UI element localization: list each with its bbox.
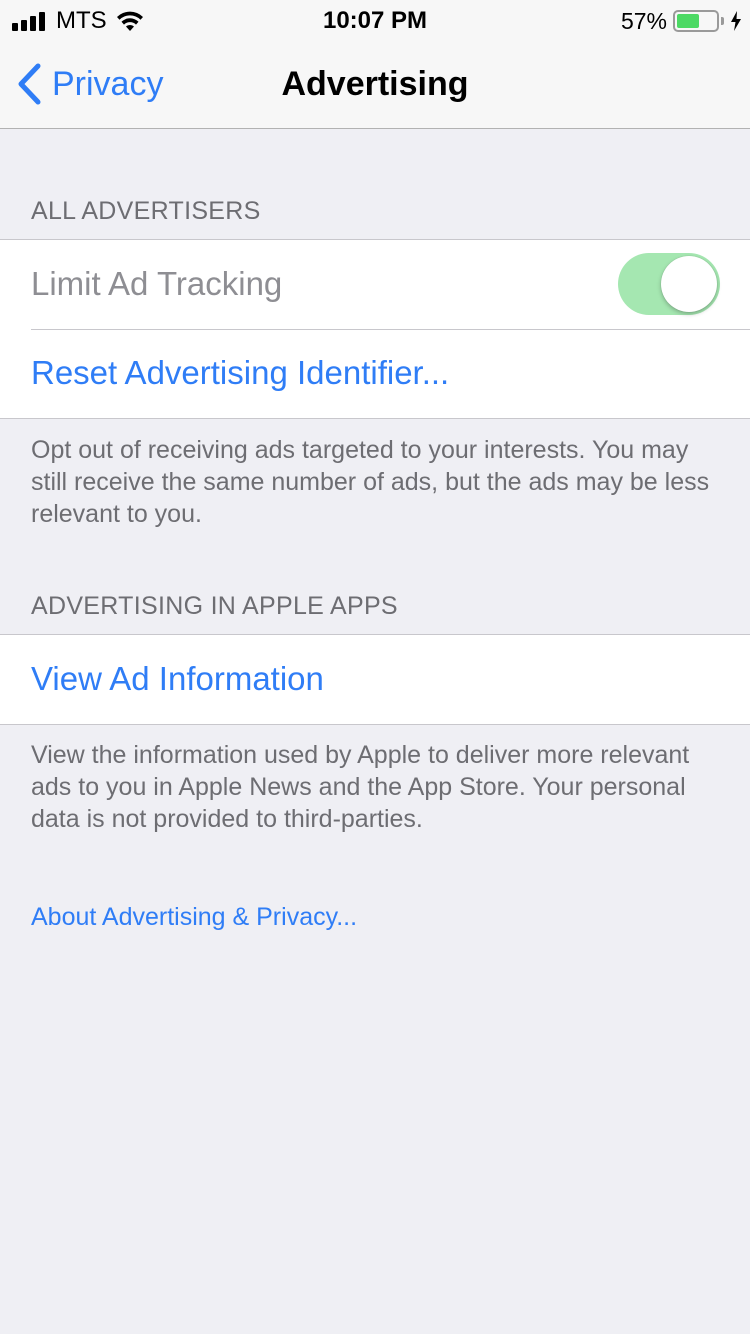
advertising-settings-screen: MTS 10:07 PM 57% Privacy Advertising ALL… xyxy=(0,0,750,1334)
limit-ad-tracking-row: Limit Ad Tracking xyxy=(0,240,750,329)
navigation-bar: Privacy Advertising xyxy=(0,40,750,129)
reset-advertising-identifier-label: Reset Advertising Identifier... xyxy=(31,354,450,391)
charging-bolt-icon xyxy=(731,11,741,31)
status-bar: MTS 10:07 PM 57% xyxy=(0,0,750,40)
view-ad-information-row[interactable]: View Ad Information xyxy=(0,635,750,724)
battery-percentage: 57% xyxy=(620,8,667,34)
all-advertisers-footer: Opt out of receiving ads targeted to you… xyxy=(31,436,710,528)
battery-cap xyxy=(721,17,724,25)
reset-advertising-identifier-row[interactable]: Reset Advertising Identifier... xyxy=(0,329,750,418)
battery-icon xyxy=(673,10,719,32)
limit-ad-tracking-label: Limit Ad Tracking xyxy=(31,265,283,302)
limit-ad-tracking-toggle[interactable] xyxy=(618,253,720,315)
all-advertisers-group: Limit Ad Tracking Reset Advertising Iden… xyxy=(0,239,750,419)
page-title: Advertising xyxy=(281,65,469,103)
view-ad-information-label: View Ad Information xyxy=(31,660,324,697)
apple-apps-footer: View the information used by Apple to de… xyxy=(31,741,690,833)
toggle-knob xyxy=(661,256,717,312)
section-header-apple-apps: ADVERTISING IN APPLE APPS xyxy=(31,592,398,620)
apple-apps-group: View Ad Information xyxy=(0,634,750,725)
status-right: 57% xyxy=(621,8,742,34)
about-advertising-privacy-link[interactable]: About Advertising & Privacy... xyxy=(31,900,357,934)
section-header-all-advertisers: ALL ADVERTISERS xyxy=(31,197,261,225)
battery-level-fill xyxy=(677,14,699,28)
